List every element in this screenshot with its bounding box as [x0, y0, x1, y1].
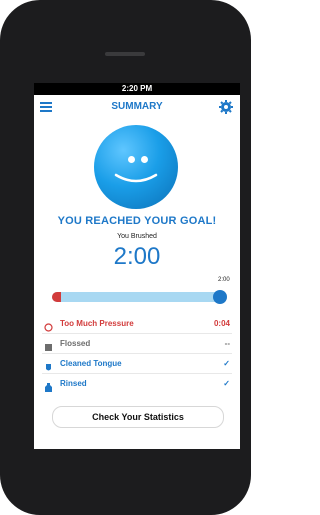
goal-message: YOU REACHED YOUR GOAL!	[57, 215, 217, 227]
pressure-warning-icon	[44, 319, 53, 332]
phone-speaker	[105, 52, 145, 56]
checklist-label: Rinsed	[60, 379, 87, 388]
checklist-item: Cleaned Tongue ✓	[42, 355, 232, 374]
checklist-label: Too Much Pressure	[60, 319, 134, 328]
brushed-time: 2:00	[113, 243, 161, 270]
page-title: SUMMARY	[111, 101, 163, 112]
tongue-icon	[44, 359, 53, 371]
check-statistics-button[interactable]: Check Your Statistics	[52, 406, 224, 428]
progress-knob	[213, 290, 227, 304]
status-time: 2:20 PM	[121, 84, 153, 93]
smiley-face-icon	[94, 125, 178, 209]
phone-frame: 2:20 PM SUMMARY YOU REACHED YOUR GOAL! Y…	[0, 0, 251, 515]
header-bar: SUMMARY	[34, 95, 240, 119]
app-screen: 2:20 PM SUMMARY YOU REACHED YOUR GOAL! Y…	[34, 83, 240, 449]
checklist-label: Flossed	[60, 339, 91, 348]
brushed-label: You Brushed	[117, 233, 157, 240]
checklist-item: Rinsed ✓	[42, 375, 232, 393]
progress-end-label: 2:00	[218, 277, 230, 283]
checklist-item: Flossed --	[42, 335, 232, 354]
gear-icon[interactable]	[218, 99, 234, 115]
pressure-segment	[52, 292, 61, 302]
floss-icon	[44, 339, 53, 351]
checklist-value: 0:04	[213, 319, 230, 328]
brushing-progress-bar	[52, 290, 227, 304]
checklist-item: Too Much Pressure 0:04	[42, 315, 232, 334]
status-bar: 2:20 PM	[34, 83, 240, 95]
checklist-value: ✓	[223, 359, 230, 368]
checklist-value: --	[224, 339, 230, 348]
checklist-label: Cleaned Tongue	[60, 359, 122, 368]
hamburger-icon[interactable]	[40, 101, 52, 113]
rinse-icon	[44, 379, 53, 392]
checklist-value: ✓	[223, 379, 230, 388]
